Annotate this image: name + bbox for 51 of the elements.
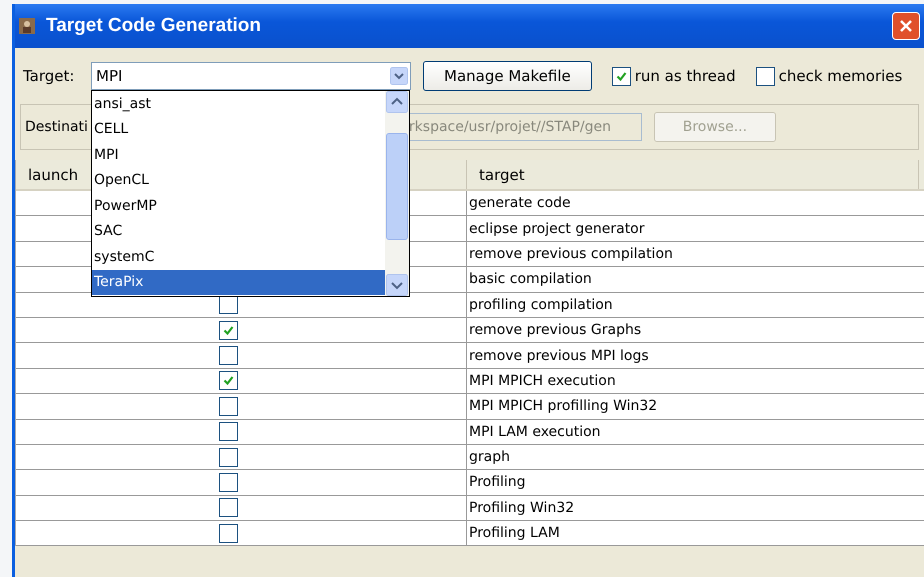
table-cell-text: remove previous Graphs <box>468 321 642 340</box>
scroll-up-icon <box>386 91 408 113</box>
checkbox[interactable] <box>218 524 238 543</box>
checkbox[interactable] <box>218 448 238 467</box>
table-cell-text: profiling compilation <box>468 296 614 315</box>
table-cell-text: remove previous MPI logs <box>468 346 650 366</box>
table-cell-text: eclipse project generator <box>468 220 646 239</box>
table-cell-text: Profiling <box>468 473 527 492</box>
dropdown-item[interactable]: PowerMP <box>92 193 385 218</box>
checkbox[interactable] <box>612 66 631 86</box>
table-cell-text: remove previous compilation <box>468 244 674 264</box>
dropdown-item[interactable]: SAC <box>92 218 385 244</box>
table-cell-text: graph <box>468 448 511 468</box>
table-cell-text: MPI MPICH execution <box>468 372 617 391</box>
table-cell-text: generate code <box>468 194 572 214</box>
window-title: Target Code Generation <box>46 15 262 37</box>
scrollbar[interactable] <box>385 91 409 296</box>
check-icon <box>614 70 628 82</box>
close-button[interactable] <box>892 12 920 40</box>
manage-makefile-button[interactable]: Manage Makefile <box>423 61 592 91</box>
checkbox[interactable] <box>218 498 238 518</box>
table-cell-text: Profiling Win32 <box>468 498 576 518</box>
checkbox[interactable] <box>218 396 238 416</box>
checkbox[interactable] <box>218 371 238 390</box>
check-icon <box>222 374 234 388</box>
table-cell-text: Profiling LAM <box>468 524 561 544</box>
checkbox[interactable] <box>218 346 238 366</box>
scroll-thumb[interactable] <box>386 133 408 240</box>
dropdown-item[interactable]: MPI <box>92 142 385 168</box>
target-label: Target: <box>23 67 76 85</box>
check-icon <box>222 324 234 337</box>
column-header[interactable]: target <box>467 160 919 189</box>
destination-label: Destinati <box>25 119 88 135</box>
checkbox[interactable] <box>218 422 238 442</box>
checkbox[interactable] <box>218 472 238 492</box>
close-icon <box>899 19 913 33</box>
checkbox[interactable] <box>756 66 775 86</box>
target-dropdown[interactable]: MPI <box>91 62 411 90</box>
table-cell-text: basic compilation <box>468 270 593 290</box>
dropdown-item[interactable]: TeraPix <box>92 270 385 295</box>
scroll-down-icon <box>386 274 408 296</box>
option-label: run as thread <box>634 67 736 85</box>
app-icon <box>18 17 36 35</box>
checkbox[interactable] <box>218 320 238 340</box>
table-cell-text: MPI LAM execution <box>468 422 602 442</box>
option-label: check memories <box>778 67 902 85</box>
table-cell-text: MPI MPICH profilling Win32 <box>468 397 658 416</box>
dropdown-item[interactable]: OpenCL <box>92 168 385 193</box>
dropdown-item[interactable]: CELL <box>92 116 385 142</box>
dropdown-item[interactable]: ansi_ast <box>92 91 385 116</box>
dropdown-item[interactable]: systemC <box>92 244 385 270</box>
